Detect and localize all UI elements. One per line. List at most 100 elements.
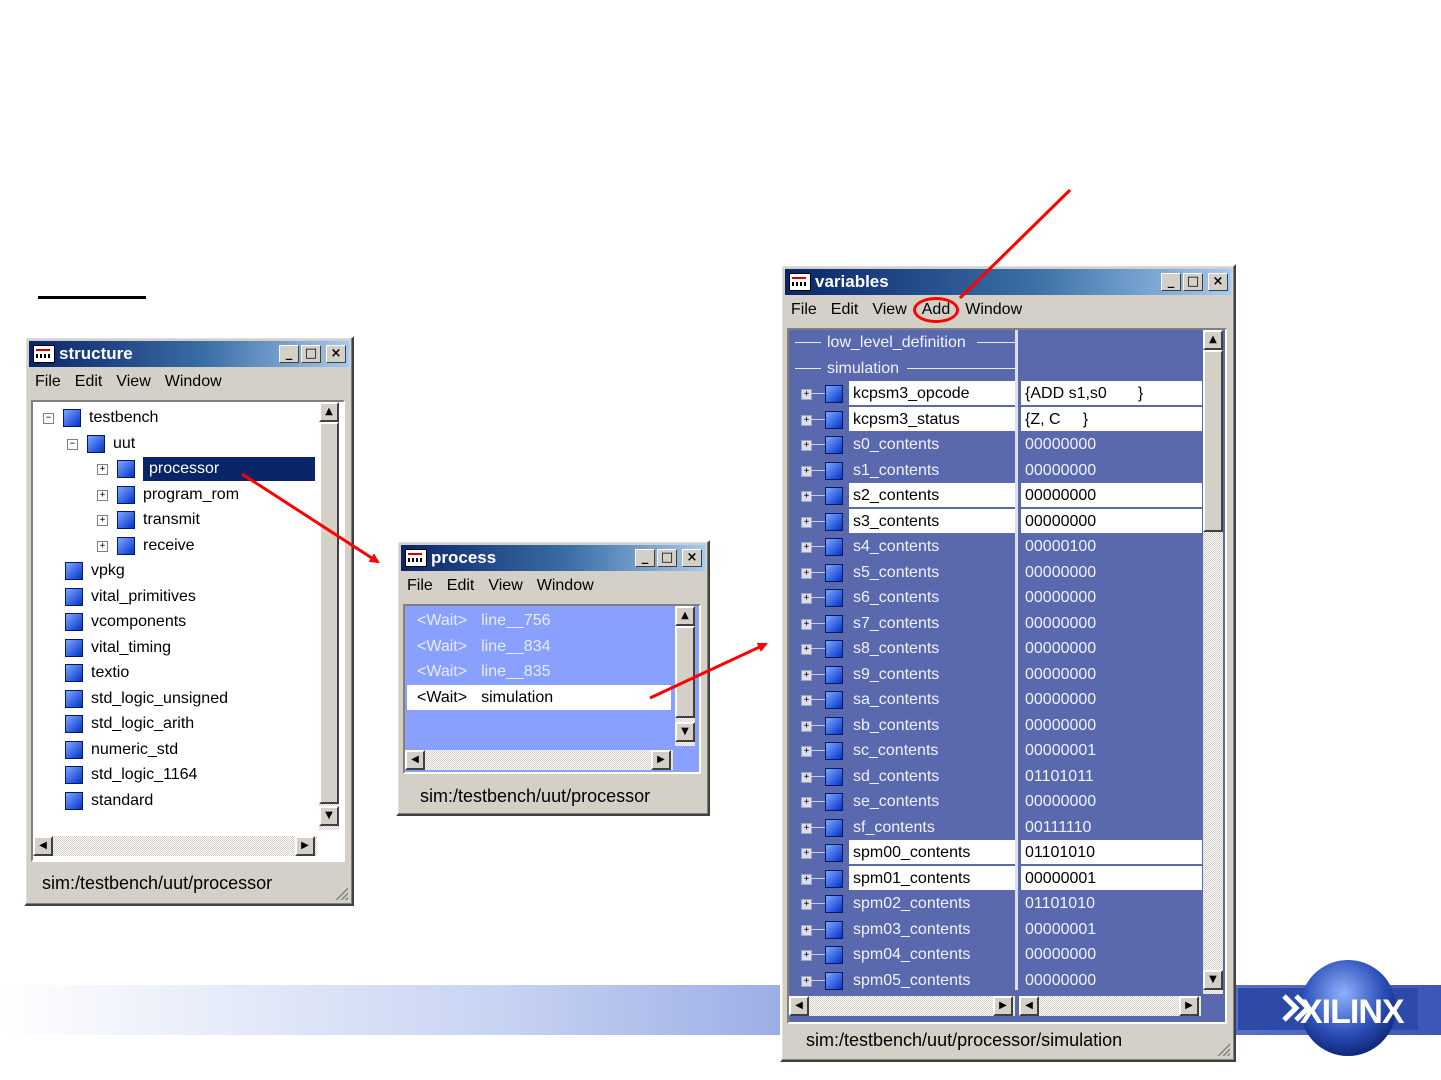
menu-file[interactable]: File	[407, 577, 433, 595]
expand-icon[interactable]: +	[801, 542, 812, 553]
variable-row[interactable]: + s2_contents 00000000	[791, 483, 1203, 509]
collapse-icon[interactable]: −	[67, 438, 78, 450]
process-row[interactable]: <Wait> line__834	[407, 634, 671, 659]
scroll-left-button[interactable]: ◀	[1019, 996, 1039, 1016]
expand-icon[interactable]: +	[97, 489, 108, 501]
expand-icon[interactable]: +	[801, 567, 812, 579]
vertical-scrollbar[interactable]: ▲ ▼	[675, 606, 695, 746]
tree-node[interactable]: vcomponents	[33, 610, 313, 634]
horizontal-scrollbar[interactable]: ◀ ▶	[405, 750, 673, 770]
expand-icon[interactable]: +	[801, 848, 812, 859]
variable-row[interactable]: + spm04_contents 00000000	[791, 942, 1203, 968]
variable-row[interactable]: + s7_contents 00000000	[791, 611, 1203, 637]
variable-row[interactable]: + s1_contents 00000000	[791, 458, 1203, 484]
variable-row[interactable]: + sf_contents 00111110	[791, 815, 1203, 841]
close-button[interactable]: ×	[682, 549, 702, 567]
tree-node[interactable]: std_logic_unsigned	[33, 687, 313, 711]
menu-file[interactable]: File	[791, 301, 817, 319]
menu-edit[interactable]: Edit	[75, 373, 103, 391]
close-button[interactable]: ×	[1208, 273, 1228, 291]
variable-row[interactable]: + s4_contents 00000100	[791, 534, 1203, 560]
expand-icon[interactable]: +	[801, 414, 812, 426]
minimize-button[interactable]: _	[279, 345, 299, 363]
vertical-scrollbar[interactable]: ▲ ▼	[1203, 330, 1223, 994]
close-button[interactable]: ×	[326, 345, 346, 363]
expand-icon[interactable]: +	[801, 465, 812, 477]
menu-window[interactable]: Window	[537, 577, 594, 595]
scroll-right-button[interactable]: ▶	[993, 996, 1013, 1016]
scroll-down-button[interactable]: ▼	[319, 806, 339, 826]
menu-window[interactable]: Window	[165, 373, 222, 391]
scroll-left-button[interactable]: ◀	[33, 836, 53, 856]
variable-row[interactable]: + spm01_contents 00000001	[791, 865, 1203, 892]
tree-node[interactable]: + program_rom	[33, 483, 313, 507]
maximize-button[interactable]: □	[1183, 273, 1203, 291]
tree-node[interactable]: textio	[33, 661, 313, 685]
process-row[interactable]: <Wait> simulation	[407, 684, 671, 710]
variable-row[interactable]: + kcpsm3_status {Z, C }	[791, 406, 1203, 433]
expand-icon[interactable]: +	[801, 822, 812, 834]
tree-node[interactable]: standard	[33, 789, 313, 813]
tree-node[interactable]: vital_timing	[33, 636, 313, 660]
expand-icon[interactable]: +	[801, 491, 812, 502]
scroll-right-button[interactable]: ▶	[651, 750, 671, 770]
variable-row[interactable]: + s3_contents 00000000	[791, 508, 1203, 535]
expand-icon[interactable]: +	[801, 618, 812, 630]
expand-icon[interactable]: +	[801, 771, 812, 783]
variable-row[interactable]: + spm00_contents 01101010	[791, 840, 1203, 866]
process-row[interactable]: <Wait> line__835	[407, 659, 671, 684]
tree-node[interactable]: vpkg	[33, 559, 313, 583]
maximize-button[interactable]: □	[301, 345, 321, 363]
minimize-button[interactable]: _	[635, 549, 655, 567]
menu-edit[interactable]: Edit	[831, 301, 859, 319]
expand-icon[interactable]: +	[801, 593, 812, 604]
scroll-down-button[interactable]: ▼	[1203, 970, 1223, 990]
tree-node[interactable]: + receive	[33, 534, 313, 558]
scroll-left-button[interactable]: ◀	[405, 750, 425, 770]
variable-row[interactable]: + s5_contents 00000000	[791, 560, 1203, 586]
tree-node[interactable]: vital_primitives	[33, 585, 313, 609]
variable-row[interactable]: + spm03_contents 00000001	[791, 917, 1203, 943]
minimize-button[interactable]: _	[1161, 273, 1181, 291]
section-header[interactable]: low_level_definition	[791, 330, 1201, 355]
menu-view[interactable]: View	[872, 301, 906, 319]
tree-node[interactable]: − testbench	[33, 406, 313, 430]
vertical-scrollbar[interactable]: ▲ ▼	[319, 402, 339, 830]
expand-icon[interactable]: +	[97, 515, 108, 526]
scroll-right-button[interactable]: ▶	[1179, 996, 1199, 1016]
process-titlebar[interactable]: process _ □ ×	[401, 545, 705, 571]
menu-file[interactable]: File	[35, 373, 61, 391]
tree-node[interactable]: std_logic_arith	[33, 712, 313, 736]
menu-edit[interactable]: Edit	[447, 577, 475, 595]
name-column-hscrollbar[interactable]: ◀ ▶	[789, 996, 1015, 1016]
menu-view[interactable]: View	[488, 577, 522, 595]
expand-icon[interactable]: +	[801, 924, 812, 936]
variable-row[interactable]: + spm05_contents 00000000	[791, 968, 1203, 994]
variable-row[interactable]: + sd_contents 01101011	[791, 764, 1203, 790]
variable-row[interactable]: + s6_contents 00000000	[791, 585, 1203, 611]
menu-view[interactable]: View	[116, 373, 150, 391]
variable-row[interactable]: + s9_contents 00000000	[791, 662, 1203, 688]
variable-row[interactable]: + kcpsm3_opcode {ADD s1,s0 }	[791, 381, 1203, 407]
maximize-button[interactable]: □	[657, 549, 677, 567]
section-header[interactable]: simulation	[791, 356, 1201, 381]
process-row[interactable]: <Wait> line__756	[407, 608, 671, 633]
tree-node[interactable]: + processor	[33, 457, 315, 481]
expand-icon[interactable]: +	[801, 797, 812, 808]
tree-node[interactable]: + transmit	[33, 508, 313, 532]
variable-row[interactable]: + sb_contents 00000000	[791, 713, 1203, 739]
expand-icon[interactable]: +	[801, 440, 812, 451]
scroll-thumb[interactable]	[675, 626, 695, 718]
scroll-thumb[interactable]	[319, 422, 339, 804]
scroll-up-button[interactable]: ▲	[319, 402, 339, 422]
expand-icon[interactable]: +	[801, 975, 812, 987]
value-column-hscrollbar[interactable]: ◀ ▶	[1019, 996, 1201, 1016]
expand-icon[interactable]: +	[97, 540, 108, 552]
variable-row[interactable]: + sc_contents 00000001	[791, 738, 1203, 764]
expand-icon[interactable]: +	[97, 464, 108, 475]
menu-add[interactable]: Add	[912, 297, 960, 323]
expand-icon[interactable]: +	[801, 950, 812, 961]
scroll-up-button[interactable]: ▲	[1203, 330, 1223, 350]
expand-icon[interactable]: +	[801, 516, 812, 528]
horizontal-scrollbar[interactable]: ◀ ▶	[33, 836, 317, 856]
